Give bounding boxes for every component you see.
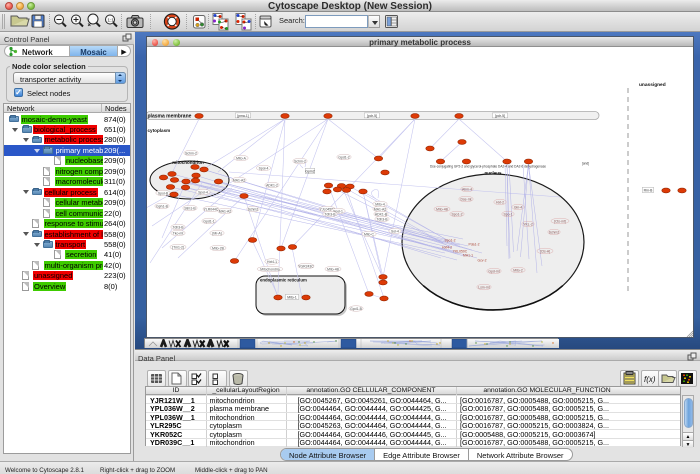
svg-text:[Mr-A]: [Mr-A] xyxy=(212,231,221,235)
svg-text:Gpm2: Gpm2 xyxy=(305,169,314,173)
svg-text:Spo-1: Spo-1 xyxy=(503,212,512,216)
svg-text:MA1-A2: MA1-A2 xyxy=(374,207,386,211)
svg-text:Abm-4: Abm-4 xyxy=(462,187,472,191)
svg-text:Mito-C: Mito-C xyxy=(364,232,375,236)
svg-text:MA1-A2: MA1-A2 xyxy=(219,209,231,213)
svg-text:Mitochondria: Mitochondria xyxy=(260,267,280,271)
svg-text:Rrn-B: Rrn-B xyxy=(644,188,654,192)
svg-text:Spol-4: Spol-4 xyxy=(198,190,208,194)
svg-text:Mito-1: Mito-1 xyxy=(287,295,297,299)
svg-text:Gpd1-1: Gpd1-1 xyxy=(203,219,214,223)
svg-text:Gpd1-B: Gpd1-B xyxy=(350,307,362,311)
svg-text:[pma-1]: [pma-1] xyxy=(237,114,249,118)
svg-text:1:1: 1:1 xyxy=(108,18,115,23)
svg-text:Mito-2: Mito-2 xyxy=(513,268,523,272)
svg-text:Schm-2: Schm-2 xyxy=(294,159,306,163)
svg-text:Spol-4: Spol-4 xyxy=(259,166,269,170)
svg-text:Schm-2: Schm-2 xyxy=(185,151,197,155)
svg-text:Lsm-mt: Lsm-mt xyxy=(478,285,489,289)
svg-text:Spo1-2: Spo1-2 xyxy=(445,238,456,242)
svg-text:Hxt4-2: Hxt4-2 xyxy=(442,245,452,249)
svg-text:plasma membrane: plasma membrane xyxy=(148,114,192,120)
svg-text:cytoplasm: cytoplasm xyxy=(148,128,171,133)
svg-text:Dse-mt: Dse-mt xyxy=(461,197,472,201)
svg-text:[Tm1-2]: [Tm1-2] xyxy=(172,245,184,249)
svg-text:Mito-4: Mito-4 xyxy=(375,202,385,206)
svg-text:f(x): f(x) xyxy=(644,375,656,384)
svg-text:nucleus: nucleus xyxy=(484,171,502,176)
svg-text:Tdh3-B: Tdh3-B xyxy=(324,212,336,216)
svg-text:YKL-2: YKL-2 xyxy=(523,222,533,226)
svg-text:Gln-4: Gln-4 xyxy=(514,205,522,209)
svg-text:Tdh3-B: Tdh3-B xyxy=(172,225,184,229)
svg-text:endoplasmic reticulum: endoplasmic reticulum xyxy=(260,278,307,283)
svg-text:MA1-1: MA1-1 xyxy=(463,253,473,257)
svg-text:[pdr-5]: [pdr-5] xyxy=(495,114,505,118)
svg-text:Spol-B: Spol-B xyxy=(158,191,169,195)
svg-text:Tko-mt: Tko-mt xyxy=(173,231,184,235)
svg-text:Dse-conjugating GP2-2 and gl: Dse-conjugating GP2-2 and glycerol-phosp… xyxy=(430,165,546,169)
svg-text:Stm1-B: Stm1-B xyxy=(184,206,196,210)
svg-text:mitochondrion: mitochondrion xyxy=(172,160,204,165)
svg-text:Tdh3-B: Tdh3-B xyxy=(376,217,388,221)
svg-text:Schm2: Schm2 xyxy=(248,207,259,211)
svg-text:[Cls-A]: [Cls-A] xyxy=(540,249,550,253)
svg-text:Gph1-B: Gph1-B xyxy=(156,204,168,208)
svg-text:YGR243C: YGR243C xyxy=(298,264,314,268)
svg-text:Mito-4B: Mito-4B xyxy=(436,207,448,211)
svg-text:Sol-4: Sol-4 xyxy=(391,229,399,233)
svg-text:Pda1-2: Pda1-2 xyxy=(469,242,480,246)
svg-text:[Cls-mt]: [Cls-mt] xyxy=(554,219,566,223)
svg-text:Mito-4B: Mito-4B xyxy=(327,267,339,271)
svg-text:Gpd-mt: Gpd-mt xyxy=(488,269,499,273)
svg-text:[and]: [and] xyxy=(582,162,589,166)
svg-text:Hxt4-1: Hxt4-1 xyxy=(267,260,277,264)
svg-text:Schm2: Schm2 xyxy=(549,230,560,234)
svg-text:ADK1-2: ADK1-2 xyxy=(266,183,278,187)
svg-text:Gpd1-2: Gpd1-2 xyxy=(338,155,349,159)
svg-text:ADK1-B: ADK1-B xyxy=(375,212,388,216)
svg-text:Mito-2B: Mito-2B xyxy=(212,246,224,250)
svg-text:unassigned: unassigned xyxy=(639,82,666,88)
svg-text:Hxt-2: Hxt-2 xyxy=(496,200,504,204)
svg-text:Spo1-2: Spo1-2 xyxy=(452,212,463,216)
svg-text:MA1-A2: MA1-A2 xyxy=(233,178,245,182)
svg-text:[pdr-5]: [pdr-5] xyxy=(367,114,377,118)
svg-text:Mito-A: Mito-A xyxy=(236,156,247,160)
svg-text:Gcv-2: Gcv-2 xyxy=(477,258,486,262)
svg-text:YLR044C: YLR044C xyxy=(204,207,219,211)
